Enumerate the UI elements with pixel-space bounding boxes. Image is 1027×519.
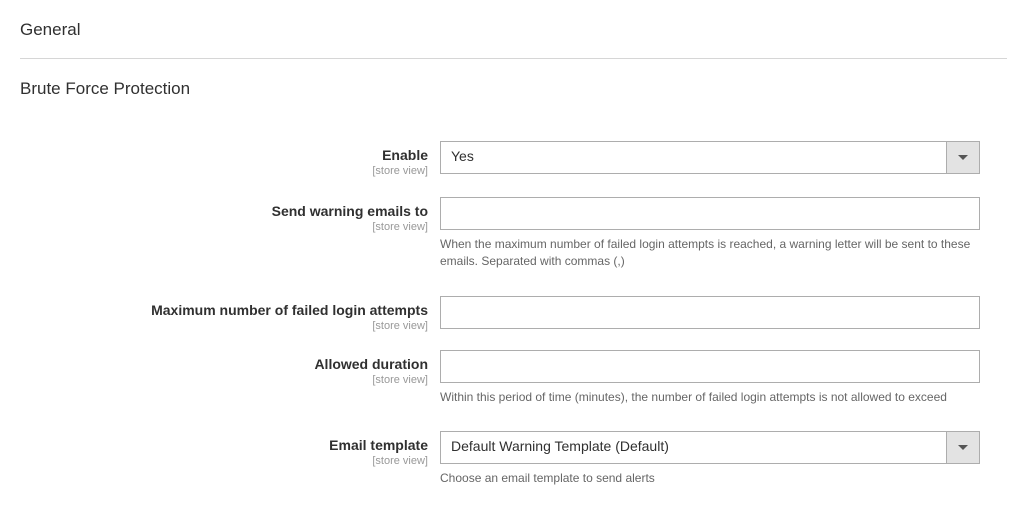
- warning-emails-help: When the maximum number of failed login …: [440, 236, 980, 270]
- label-col: Allowed duration [store view]: [20, 350, 440, 386]
- field-row-allowed-duration: Allowed duration [store view] Within thi…: [20, 350, 1007, 406]
- label-col: Maximum number of failed login attempts …: [20, 296, 440, 332]
- field-row-max-failed: Maximum number of failed login attempts …: [20, 296, 1007, 332]
- field-row-warning-emails: Send warning emails to [store view] When…: [20, 197, 1007, 270]
- warning-emails-input[interactable]: [440, 197, 980, 230]
- field-row-email-template: Email template [store view] Default Warn…: [20, 431, 1007, 487]
- dropdown-button[interactable]: [946, 142, 979, 173]
- input-col: [440, 296, 980, 329]
- max-failed-input[interactable]: [440, 296, 980, 329]
- email-template-select[interactable]: Default Warning Template (Default): [440, 431, 980, 464]
- input-col: Yes: [440, 141, 980, 174]
- warning-emails-label: Send warning emails to: [20, 203, 428, 219]
- chevron-down-icon: [958, 445, 968, 451]
- email-template-label: Email template: [20, 437, 428, 453]
- label-col: Enable [store view]: [20, 141, 440, 177]
- form-wrapper: Enable [store view] Yes Send warning ema…: [20, 141, 1007, 487]
- scope-label: [store view]: [20, 320, 428, 332]
- scope-label: [store view]: [20, 165, 428, 177]
- label-col: Email template [store view]: [20, 431, 440, 467]
- input-col: When the maximum number of failed login …: [440, 197, 980, 270]
- email-template-help: Choose an email template to send alerts: [440, 470, 980, 487]
- max-failed-label: Maximum number of failed login attempts: [20, 302, 428, 318]
- enable-select[interactable]: Yes: [440, 141, 980, 174]
- enable-label: Enable: [20, 147, 428, 163]
- scope-label: [store view]: [20, 221, 428, 233]
- section-title-general[interactable]: General: [20, 20, 1007, 59]
- dropdown-button[interactable]: [946, 432, 979, 463]
- scope-label: [store view]: [20, 374, 428, 386]
- scope-label: [store view]: [20, 455, 428, 467]
- allowed-duration-input[interactable]: [440, 350, 980, 383]
- email-template-value: Default Warning Template (Default): [441, 432, 946, 463]
- input-col: Within this period of time (minutes), th…: [440, 350, 980, 406]
- allowed-duration-label: Allowed duration: [20, 356, 428, 372]
- section-title-brute-force[interactable]: Brute Force Protection: [20, 73, 1007, 113]
- chevron-down-icon: [958, 155, 968, 161]
- allowed-duration-help: Within this period of time (minutes), th…: [440, 389, 980, 406]
- input-col: Default Warning Template (Default) Choos…: [440, 431, 980, 487]
- label-col: Send warning emails to [store view]: [20, 197, 440, 233]
- field-row-enable: Enable [store view] Yes: [20, 141, 1007, 177]
- enable-select-value: Yes: [441, 142, 946, 173]
